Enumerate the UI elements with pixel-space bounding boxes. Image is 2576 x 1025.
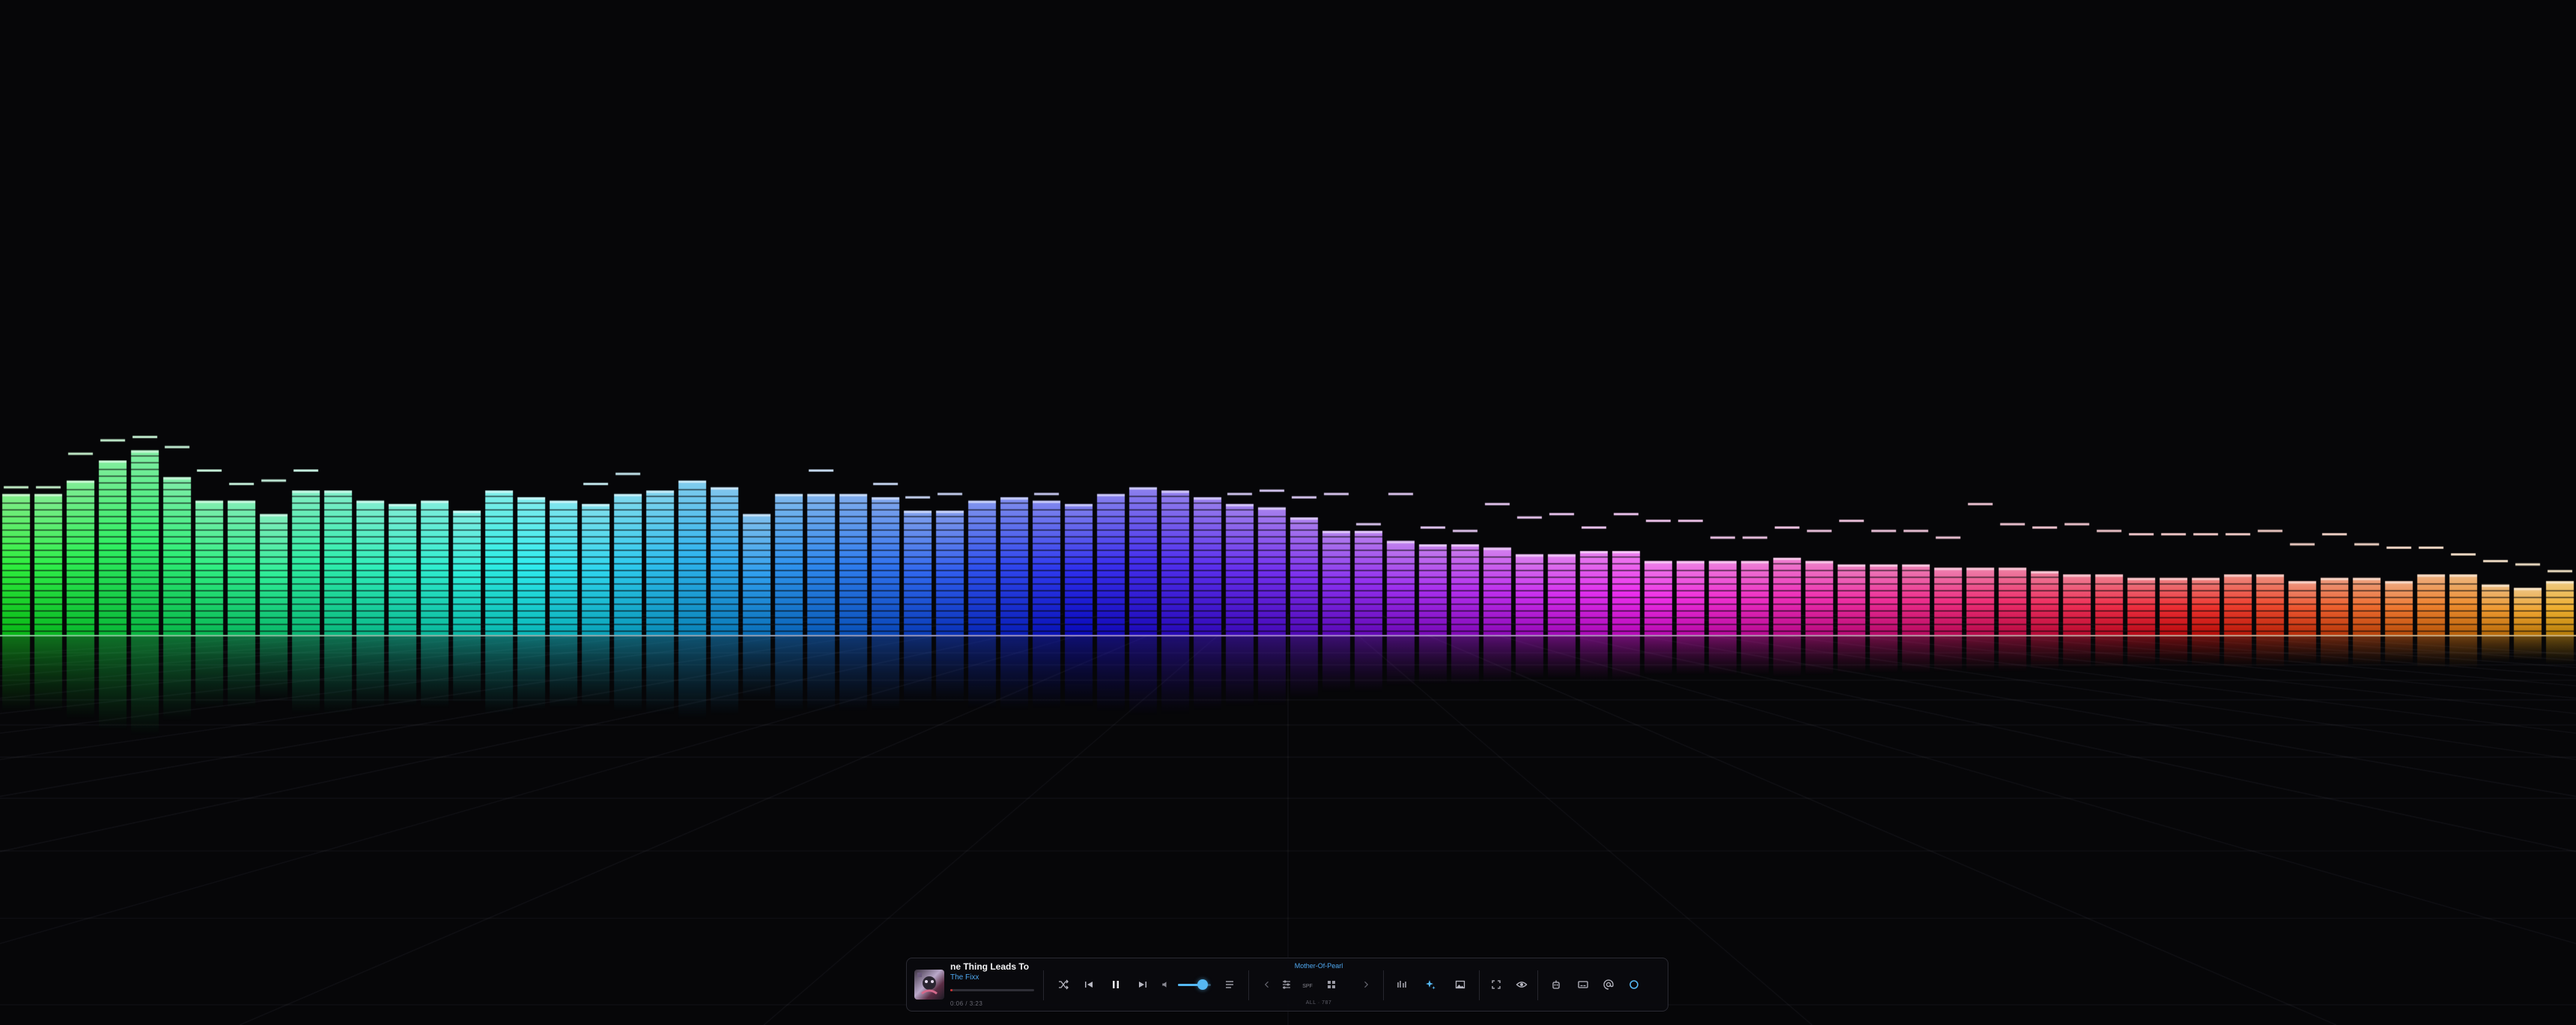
queue-button[interactable] bbox=[1220, 975, 1239, 994]
skip-previous-icon bbox=[1085, 982, 1093, 988]
ai-sparkle-button[interactable] bbox=[1421, 975, 1440, 994]
eye-button[interactable] bbox=[1512, 975, 1531, 994]
skip-next-icon bbox=[1139, 982, 1146, 988]
image-icon bbox=[1455, 980, 1465, 989]
player-bar: ne Thing Leads To The Fixx 0:06 / 3:23 M… bbox=[906, 958, 1668, 1012]
sparkle-icon bbox=[1426, 980, 1436, 990]
shuffle-icon bbox=[1059, 979, 1069, 990]
preset-meta: ALL · 787 bbox=[1305, 1000, 1332, 1006]
divider bbox=[1537, 970, 1538, 1000]
fps-badge[interactable]: SPF bbox=[1298, 981, 1317, 991]
visualizer-mode-button[interactable] bbox=[1392, 975, 1412, 994]
artist-name[interactable]: The Fixx bbox=[950, 973, 979, 982]
queue-list-icon bbox=[1226, 981, 1233, 988]
fullscreen-button[interactable] bbox=[1486, 975, 1506, 994]
spectrum-visualizer bbox=[0, 0, 2576, 1025]
volume-icon bbox=[1162, 982, 1167, 988]
pause-icon bbox=[1113, 981, 1119, 988]
pause-button[interactable] bbox=[1106, 975, 1126, 994]
chevron-right-icon bbox=[1364, 981, 1369, 988]
preset-name: Mother-Of-Pearl bbox=[1294, 962, 1343, 970]
previous-preset-button[interactable] bbox=[1257, 975, 1277, 994]
album-art[interactable] bbox=[914, 970, 944, 1000]
grid-icon bbox=[1328, 981, 1335, 988]
next-button[interactable] bbox=[1133, 975, 1152, 994]
eye-icon bbox=[1516, 982, 1528, 988]
caption-icon bbox=[1578, 981, 1588, 988]
track-title: ne Thing Leads To bbox=[950, 961, 1030, 972]
shuffle-button[interactable] bbox=[1054, 975, 1073, 994]
progress-bar[interactable] bbox=[950, 989, 1034, 991]
caption-button[interactable] bbox=[1573, 975, 1593, 994]
circle-icon bbox=[1629, 980, 1638, 989]
divider bbox=[1043, 970, 1044, 1000]
fullscreen-icon bbox=[1492, 980, 1501, 989]
bars-icon bbox=[1397, 981, 1406, 988]
preset-settings-button[interactable] bbox=[1277, 975, 1296, 994]
volume-thumb[interactable] bbox=[1197, 979, 1208, 990]
chevron-left-icon bbox=[1264, 981, 1269, 988]
divider bbox=[1248, 970, 1249, 1000]
robot-button[interactable] bbox=[1546, 975, 1566, 994]
divider bbox=[1383, 970, 1384, 1000]
at-button[interactable] bbox=[1599, 975, 1618, 994]
robot-icon bbox=[1552, 980, 1560, 989]
volume-button[interactable] bbox=[1155, 975, 1175, 994]
divider bbox=[1479, 970, 1480, 1000]
sliders-icon bbox=[1283, 980, 1290, 989]
progress-fill bbox=[950, 989, 953, 991]
image-button[interactable] bbox=[1450, 975, 1470, 994]
next-preset-button[interactable] bbox=[1356, 975, 1376, 994]
previous-button[interactable] bbox=[1079, 975, 1099, 994]
circle-button[interactable] bbox=[1624, 975, 1644, 994]
volume-slider[interactable] bbox=[1178, 979, 1211, 990]
time-readout: 0:06 / 3:23 bbox=[950, 1000, 983, 1007]
grid-view-button[interactable] bbox=[1322, 975, 1341, 994]
at-sign-icon bbox=[1603, 979, 1614, 990]
